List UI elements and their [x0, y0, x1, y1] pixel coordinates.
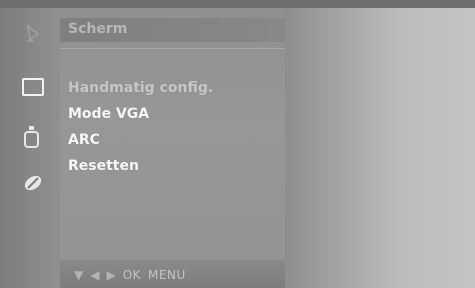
background-gradient: [285, 8, 475, 288]
right-arrow-icon: ▶: [106, 268, 116, 282]
menu-item-handmatig-config[interactable]: Handmatig config.: [68, 75, 278, 101]
audio-icon[interactable]: [18, 121, 48, 151]
navigation-hints: ▼ ◀ ▶ OK MENU: [74, 266, 186, 284]
menu-title-bar: Scherm: [60, 18, 285, 42]
title-separator: [60, 48, 285, 49]
down-arrow-icon: ▼: [74, 268, 84, 282]
menu-hint: MENU: [148, 268, 186, 282]
input-icon[interactable]: [18, 20, 48, 50]
audio-icon-svg: [24, 126, 39, 148]
ok-hint: OK: [122, 268, 142, 282]
menu-item-mode-vga[interactable]: Mode VGA: [68, 101, 278, 127]
left-arrow-icon: ◀: [90, 268, 100, 282]
menu-list: Handmatig config. Mode VGA ARC Resetten: [68, 75, 278, 179]
screen-icon[interactable]: [18, 74, 48, 104]
osd-footer: ▼ ◀ ▶ OK MENU: [60, 260, 285, 288]
menu-item-resetten[interactable]: Resetten: [68, 153, 278, 179]
option-icon[interactable]: [18, 168, 48, 198]
menu-item-arc[interactable]: ARC: [68, 127, 278, 153]
osd-screen: Scherm Handmatig config. Mode VGA ARC Re…: [0, 0, 475, 288]
screen-icon-svg: [22, 78, 44, 96]
input-icon-svg: [26, 24, 40, 42]
screen-menu-panel: Scherm Handmatig config. Mode VGA ARC Re…: [60, 8, 285, 288]
category-rail: [0, 8, 60, 288]
menu-title: Scherm: [68, 21, 128, 37]
top-strip: [0, 0, 475, 8]
option-icon-svg: [24, 175, 42, 191]
